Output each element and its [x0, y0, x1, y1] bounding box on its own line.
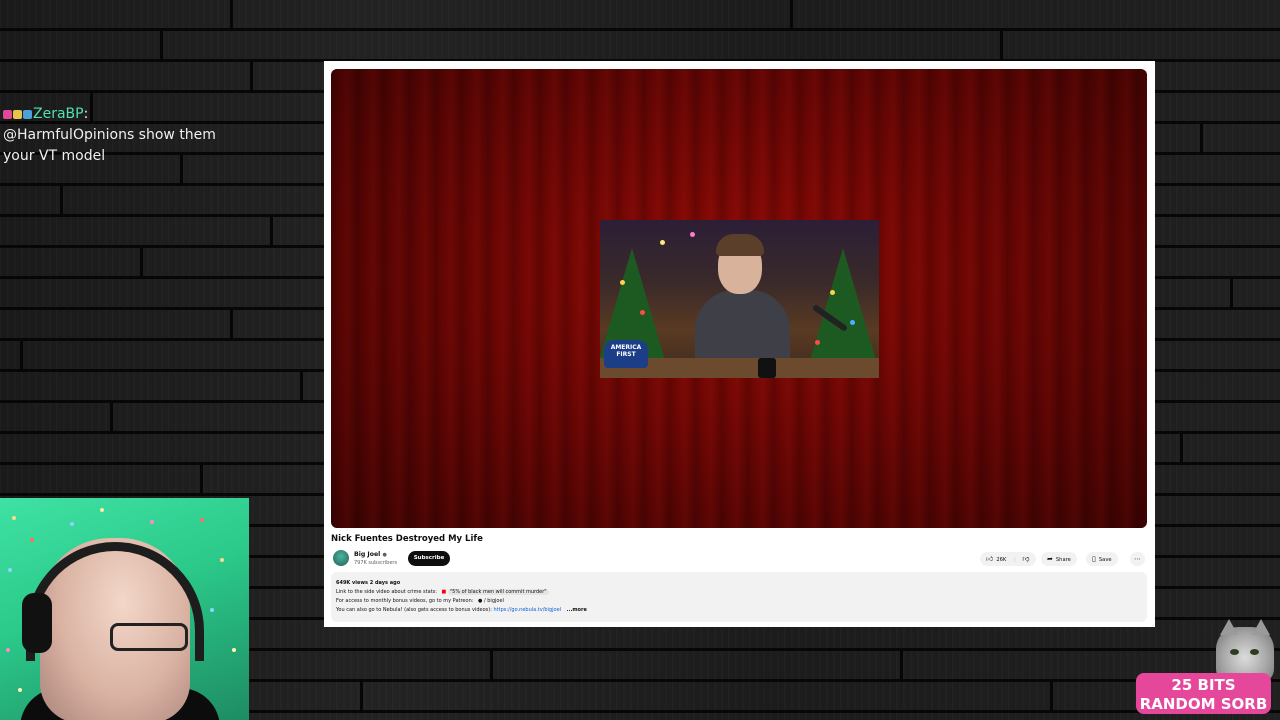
chat-username: ZeraBP — [33, 106, 84, 122]
more-actions-button[interactable]: ⋯ — [1130, 552, 1145, 566]
share-button[interactable]: ➦ Share — [1041, 552, 1077, 566]
description-line-1: Link to the side video about crime stats… — [336, 589, 549, 595]
subscriber-count: 797K subscribers — [354, 560, 398, 566]
crime-stats-video-link[interactable]: "5% of black men will commit murder" — [447, 589, 549, 595]
subscribe-button[interactable]: Subscribe — [408, 551, 450, 566]
save-button[interactable]: ▯ Save — [1086, 552, 1118, 566]
description-box[interactable]: 649K views 2 days ago Link to the side v… — [331, 572, 1147, 622]
america-first-hat: AMERICA FIRST — [604, 340, 648, 368]
bits-amount: 25 BITS — [1171, 676, 1236, 694]
chat-text: @HarmfulOpinions show them your VT model — [3, 127, 216, 164]
bits-alert: 25 BITS RANDOM SORB — [1136, 673, 1271, 714]
heart-badge-icon — [3, 109, 12, 119]
patreon-link[interactable]: / bigjoel — [484, 598, 504, 604]
thumbs-up-icon: 👍︎ — [986, 555, 994, 563]
bookmark-icon: ▯ — [1092, 555, 1096, 563]
youtube-play-icon: ■ — [441, 589, 447, 595]
chat-message: ZeraBP: @HarmfulOpinions show them your … — [3, 104, 243, 167]
youtube-window: AMERICA FIRST Nick Fuentes Destroyed My … — [324, 61, 1155, 627]
video-title: Nick Fuentes Destroyed My Life — [331, 534, 483, 544]
patreon-icon: ● — [478, 598, 483, 604]
description-line-2: For access to monthly bonus videos, go t… — [336, 598, 504, 604]
channel-avatar[interactable] — [333, 550, 349, 566]
like-button[interactable]: 👍︎ 26K | 👎︎ — [980, 552, 1036, 566]
bits-redeem-label: RANDOM SORB — [1139, 695, 1268, 713]
sub-badge-icon — [23, 109, 32, 119]
share-icon: ➦ — [1047, 555, 1053, 563]
channel-name[interactable]: Big Joel ● — [354, 551, 387, 558]
embedded-video-frame: AMERICA FIRST — [600, 220, 879, 378]
chat-separator: : — [83, 106, 89, 122]
thumbs-down-icon[interactable]: 👎︎ — [1022, 555, 1029, 563]
webcam-feed — [0, 498, 249, 720]
nebula-link[interactable]: https://go.nebula.tv/bigjoel — [494, 607, 562, 613]
bits-badge-icon — [13, 109, 22, 119]
more-horizontal-icon: ⋯ — [1134, 555, 1141, 563]
views-and-date: 649K views 2 days ago — [336, 580, 401, 586]
show-more-link[interactable]: ...more — [567, 607, 587, 613]
video-player[interactable]: AMERICA FIRST — [331, 69, 1147, 528]
description-line-3: You can also go to Nebula! (also gets ac… — [336, 607, 587, 613]
verified-check-icon: ● — [382, 552, 387, 558]
